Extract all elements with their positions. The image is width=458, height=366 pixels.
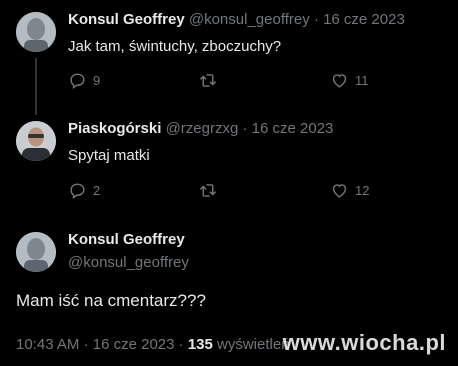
tweet-meta: 10:43 AM · 16 cze 2023 · 135 wyświetleń xyxy=(16,335,290,355)
tweet-text: Mam iść na cmentarz??? xyxy=(16,291,206,310)
tweet-actions: 2 12 xyxy=(68,181,378,201)
retweet-button[interactable] xyxy=(198,71,218,90)
like-count: 11 xyxy=(355,73,369,88)
avatar[interactable] xyxy=(16,121,56,161)
thread-line xyxy=(35,58,37,115)
heart-icon xyxy=(330,71,349,90)
author-handle[interactable]: @konsul_geoffrey xyxy=(189,11,310,28)
like-count: 12 xyxy=(355,183,370,198)
tweet-actions: 9 11 xyxy=(68,71,378,91)
like-button[interactable]: 11 xyxy=(330,71,369,90)
reply-count: 2 xyxy=(93,183,101,198)
reply-button[interactable]: 2 xyxy=(68,181,100,200)
tweet-date[interactable]: 16 cze 2023 xyxy=(252,120,334,137)
author-name[interactable]: Konsul Geoffrey xyxy=(68,230,185,250)
reply-count: 9 xyxy=(93,73,101,88)
separator: · xyxy=(83,336,89,353)
author-name[interactable]: Piaskogórski xyxy=(68,120,161,137)
retweet-icon xyxy=(198,181,218,200)
watermark: www.wiocha.pl xyxy=(282,330,446,355)
avatar[interactable] xyxy=(16,12,56,52)
tweet-time[interactable]: 10:43 AM xyxy=(16,336,79,353)
tweet-header: Konsul Geoffrey @konsul_geoffrey · 16 cz… xyxy=(68,10,405,30)
views-label: wyświetleń xyxy=(217,336,290,353)
like-button[interactable]: 12 xyxy=(330,181,369,200)
retweet-icon xyxy=(198,71,218,90)
author-handle[interactable]: @rzegrzxg xyxy=(166,120,239,137)
retweet-button[interactable] xyxy=(198,181,218,200)
separator: · xyxy=(242,120,248,137)
tweet-date[interactable]: 16 cze 2023 xyxy=(323,11,405,28)
tweet-header: Piaskogórski @rzegrzxg · 16 cze 2023 xyxy=(68,119,333,139)
author-name[interactable]: Konsul Geoffrey xyxy=(68,11,185,28)
separator: · xyxy=(178,336,184,353)
view-count: 135 xyxy=(187,336,213,353)
reply-icon xyxy=(68,181,87,200)
separator: · xyxy=(313,11,319,28)
tweet-date[interactable]: 16 cze 2023 xyxy=(93,336,175,353)
author-handle[interactable]: @konsul_geoffrey xyxy=(68,253,189,273)
tweet-text: Jak tam, świntuchy, zboczuchy? xyxy=(68,38,282,55)
reply-button[interactable]: 9 xyxy=(68,71,100,90)
reply-icon xyxy=(68,71,87,90)
tweet-text: Spytaj matki xyxy=(68,147,150,164)
avatar[interactable] xyxy=(16,232,56,272)
heart-icon xyxy=(330,181,349,200)
